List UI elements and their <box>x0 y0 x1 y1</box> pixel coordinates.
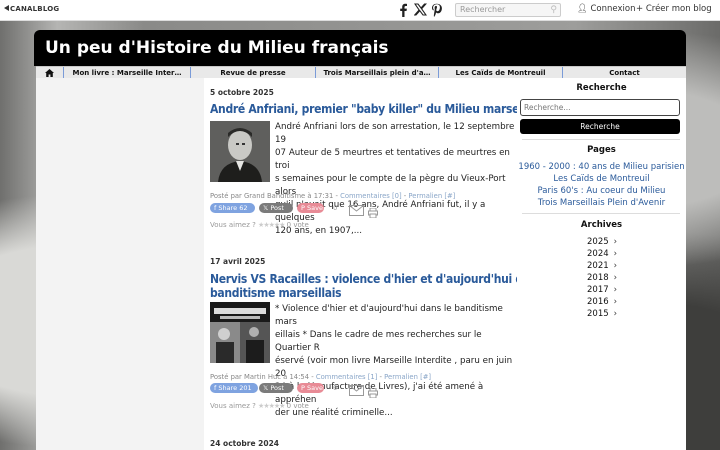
sidebar-pages-title: Pages <box>587 145 616 155</box>
archive-year[interactable]: 2025 › <box>587 237 617 247</box>
page-link[interactable]: Trois Marseillais Plein d'Avenir <box>517 198 686 208</box>
vote-widget: Vous aimez ? ★★★★★ 0 vote <box>210 402 309 410</box>
facebook-icon[interactable] <box>398 3 408 20</box>
post-thumbnail[interactable] <box>210 121 270 182</box>
divider <box>522 213 680 214</box>
topbar-search-input[interactable]: Rechercher ⚲ <box>455 3 561 17</box>
canalblog-topbar: CANALBLOG Rechercher ⚲ 👤︎ Connexion + Cré… <box>0 0 720 21</box>
nav-item-mon-livre[interactable]: Mon livre : Marseille Inter… <box>64 67 191 78</box>
pinterest-icon: P <box>301 384 305 392</box>
nav-item-contact[interactable]: Contact <box>563 67 686 78</box>
archive-year[interactable]: 2018 › <box>587 273 617 283</box>
left-column <box>36 78 204 450</box>
save-count: 0 <box>333 384 338 392</box>
post-date: 17 avril 2025 <box>210 257 266 266</box>
pinterest-save-button[interactable]: P Save <box>297 203 324 213</box>
permalink-link[interactable]: Permalien [#] <box>408 192 455 200</box>
pinterest-icon: P <box>301 204 305 212</box>
chevron-right-icon: › <box>613 237 618 247</box>
sidebar-search-button[interactable]: Recherche <box>520 119 680 134</box>
sidebar-archives-title: Archives <box>580 220 623 230</box>
email-share-icon[interactable] <box>349 381 364 400</box>
x-twitter-icon[interactable] <box>413 3 428 19</box>
blog-title[interactable]: Un peu d'Histoire du Milieu français <box>45 38 389 58</box>
facebook-icon: f <box>214 204 217 212</box>
chevron-right-icon: › <box>613 249 618 259</box>
nav-home[interactable] <box>36 67 64 78</box>
archive-year[interactable]: 2015 › <box>587 309 617 319</box>
comments-link[interactable]: Commentaires [0] <box>340 192 402 200</box>
sidebar-search-input[interactable]: Recherche... <box>520 99 680 116</box>
pinterest-save-button[interactable]: P Save <box>297 383 324 393</box>
sidebar-search-title: Recherche <box>576 83 627 93</box>
pinterest-icon[interactable] <box>431 3 442 20</box>
create-blog-link[interactable]: + Créer mon blog <box>636 4 712 14</box>
save-count: 0 <box>333 204 338 212</box>
rating-stars[interactable]: ★★★★★ <box>258 221 285 229</box>
home-icon <box>45 68 54 77</box>
archive-year[interactable]: 2021 › <box>587 261 617 271</box>
permalink-link[interactable]: Permalien [#] <box>384 373 431 381</box>
post-meta: Posté par Martin Huc à 14:54 - Commentai… <box>210 373 432 381</box>
post-title[interactable]: André Anfriani, premier "baby killer" du… <box>210 102 546 116</box>
facebook-share-button[interactable]: f Share 201 <box>210 383 258 393</box>
post-thumbnail[interactable] <box>210 302 270 363</box>
post-date: 5 octobre 2025 <box>210 88 274 97</box>
login-link[interactable]: 👤︎ Connexion <box>577 4 635 14</box>
divider <box>522 139 680 140</box>
post-date: 24 octobre 2024 <box>210 439 280 448</box>
nav-item-revue-de-presse[interactable]: Revue de presse <box>191 67 316 78</box>
print-icon[interactable] <box>368 383 378 402</box>
vote-widget: Vous aimez ? ★★★★★ 0 vote <box>210 221 309 229</box>
chevron-right-icon: › <box>613 273 618 283</box>
email-share-icon[interactable] <box>349 201 364 220</box>
canalblog-logo-icon <box>4 5 9 11</box>
archive-year[interactable]: 2017 › <box>587 285 617 295</box>
post-excerpt: * Violence d'hier et d'aujourd'hui dans … <box>275 304 513 418</box>
facebook-icon: f <box>214 384 217 392</box>
chevron-right-icon: › <box>613 309 618 319</box>
canalblog-logo[interactable]: CANALBLOG <box>4 5 59 13</box>
post-title[interactable]: Nervis VS Racailles : violence d'hier et… <box>210 272 557 300</box>
post-excerpt: André Anfriani lors de son arrestation, … <box>275 122 515 236</box>
x-icon: 𝕏 <box>263 384 269 392</box>
x-post-button[interactable]: 𝕏 Post <box>259 383 293 393</box>
blog-header: Un peu d'Histoire du Milieu français <box>34 30 686 66</box>
page-link[interactable]: Les Caïds de Montreuil <box>517 174 686 184</box>
nav-item-trois-marseillais[interactable]: Trois Marseillais plein d'a… <box>316 67 439 78</box>
x-post-button[interactable]: 𝕏 Post <box>259 203 293 213</box>
plus-icon: + <box>636 4 644 14</box>
user-icon: 👤︎ <box>577 4 588 14</box>
print-icon[interactable] <box>368 203 378 222</box>
archive-year[interactable]: 2016 › <box>587 297 617 307</box>
chevron-right-icon: › <box>613 285 618 295</box>
archive-year[interactable]: 2024 › <box>587 249 617 259</box>
x-icon: 𝕏 <box>263 204 269 212</box>
comments-link[interactable]: Commentaires [1] <box>316 373 378 381</box>
chevron-right-icon: › <box>613 261 618 271</box>
page-link[interactable]: 1960 - 2000 : 40 ans de Milieu parisien <box>517 162 686 172</box>
nav-item-caids-montreuil[interactable]: Les Caïds de Montreuil <box>439 67 563 78</box>
facebook-share-button[interactable]: f Share 62 <box>210 203 255 213</box>
post-meta: Posté par Grand Banditisme à 17:31 - Com… <box>210 192 456 200</box>
search-icon[interactable]: ⚲ <box>550 5 557 15</box>
rating-stars[interactable]: ★★★★★ <box>258 402 285 410</box>
chevron-right-icon: › <box>613 297 618 307</box>
page-link[interactable]: Paris 60's : Au coeur du Milieu <box>517 186 686 196</box>
